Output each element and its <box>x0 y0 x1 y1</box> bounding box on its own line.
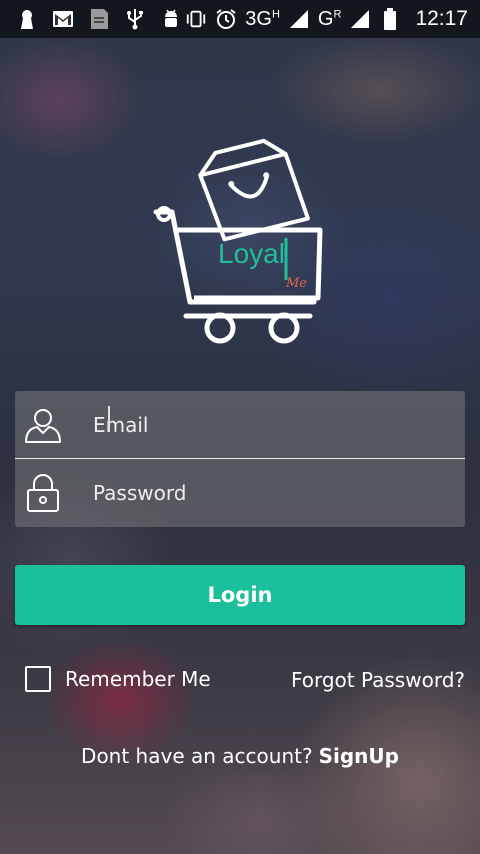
android-debug-icon <box>160 8 182 30</box>
signal-icon <box>288 8 310 30</box>
user-icon <box>15 405 71 445</box>
status-bar: 3GH GR 12:17 <box>0 0 480 38</box>
logo-text: Loyal <box>218 238 285 269</box>
signup-link[interactable]: SignUp <box>319 744 399 768</box>
signup-row: Dont have an account? SignUp <box>0 744 480 768</box>
email-field-row <box>15 391 465 459</box>
forgot-password-link[interactable]: Forgot Password? <box>291 668 465 692</box>
clock-time: 12:17 <box>415 7 468 30</box>
network-type-sup: H <box>271 7 280 20</box>
login-button[interactable]: Login <box>15 565 465 625</box>
network-type-sup-2: R <box>333 7 342 20</box>
network-type-label-2: G <box>317 7 334 30</box>
lock-icon <box>15 473 71 513</box>
checkbox-box[interactable] <box>25 666 51 692</box>
network-type-label: 3G <box>245 7 272 30</box>
alarm-icon <box>215 8 237 30</box>
keyhole-icon <box>16 8 38 30</box>
password-input[interactable] <box>91 479 435 506</box>
remember-me-checkbox[interactable]: Remember Me <box>25 666 211 692</box>
login-form <box>15 391 465 527</box>
text-cursor <box>108 406 110 432</box>
logo-subtext: Me <box>286 276 308 291</box>
email-input[interactable] <box>91 411 435 438</box>
gmail-icon <box>52 8 74 30</box>
sd-card-icon <box>88 8 110 30</box>
app-logo: Loyal Me <box>150 130 330 350</box>
battery-icon <box>379 8 401 30</box>
signal-icon <box>349 8 371 30</box>
remember-me-label[interactable]: Remember Me <box>65 667 211 691</box>
no-account-text: Dont have an account? <box>81 744 313 768</box>
usb-icon <box>124 8 146 30</box>
vibrate-icon <box>185 8 207 30</box>
password-field-row <box>15 459 465 526</box>
